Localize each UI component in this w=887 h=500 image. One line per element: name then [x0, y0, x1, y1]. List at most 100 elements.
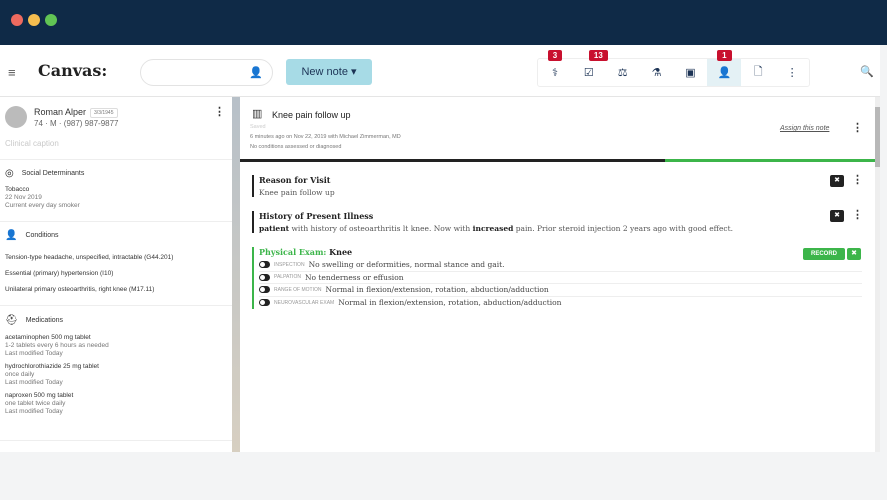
condition-item[interactable]: Unilateral primary osteoarthritis, right…	[5, 286, 227, 294]
med-sig: one tablet twice daily	[5, 400, 66, 407]
condition-item[interactable]: Tension-type headache, unspecified, intr…	[5, 254, 227, 262]
more-button[interactable]: ⋮	[775, 59, 809, 86]
logo[interactable]: Canvas:	[38, 61, 107, 80]
scale-button[interactable]: ⚖	[606, 59, 640, 86]
remove-exam-button[interactable]: ✖	[847, 248, 861, 260]
section-title: Social Determinants	[21, 169, 85, 177]
flask-icon: ⚗	[651, 67, 662, 79]
patient-search-input[interactable]: 👤	[140, 59, 273, 86]
assign-note-link[interactable]: Assign this note	[780, 125, 829, 132]
target-icon: ◎	[5, 167, 14, 179]
med-name: naproxen 500 mg tablet	[5, 392, 74, 399]
med-modified: Last modified Today	[5, 408, 63, 415]
toggle[interactable]	[259, 273, 270, 281]
hpi-bold: patient	[259, 224, 290, 233]
social-date: 22 Nov 2019	[5, 194, 42, 201]
exam-row: NEUROVASCULAR EXAM Normal in flexion/exte…	[259, 297, 862, 310]
med-modified: Last modified Today	[5, 379, 63, 386]
checkbox-icon: ☑	[583, 67, 594, 79]
toggle[interactable]	[259, 299, 270, 307]
condition-item[interactable]: Essential (primary) hypertension (I10)	[5, 270, 227, 278]
exam-part: Knee	[329, 247, 353, 257]
hpi-text: with history of osteoarthritis lt knee. …	[289, 224, 473, 233]
block-menu-icon[interactable]: ⋮	[852, 208, 863, 221]
block-title: Reason for Visit	[259, 175, 331, 185]
minimize-window-button[interactable]	[28, 14, 40, 26]
row-text[interactable]: No swelling or deformities, normal stanc…	[309, 260, 505, 269]
row-text[interactable]: Normal in flexion/extension, rotation, a…	[338, 298, 561, 307]
patient-menu-icon[interactable]: ⋮	[214, 105, 225, 118]
tasks-button[interactable]: 13 ☑	[572, 50, 608, 86]
remove-button[interactable]: ✖	[830, 210, 844, 222]
block-title: History of Present Illness	[259, 211, 374, 221]
note-menu-icon[interactable]: ⋮	[852, 121, 863, 134]
kebab-icon: ⋮	[786, 67, 798, 79]
note-panel: ▥ Knee pain follow up Saved 6 minutes ag…	[240, 97, 875, 452]
scrollbar-thumb[interactable]	[875, 107, 880, 167]
image-icon: ▣	[685, 67, 696, 79]
lab-button[interactable]: ⚗	[640, 59, 674, 86]
close-window-button[interactable]	[11, 14, 23, 26]
note-conditions: No conditions assessed or diagnosed	[250, 144, 342, 150]
person-icon: 👤	[717, 67, 732, 79]
med-name: hydrochlorothiazide 25 mg tablet	[5, 363, 99, 370]
menu-icon[interactable]: ≡	[8, 65, 16, 80]
reason-for-visit-block[interactable]: Reason for Visit Knee pain follow up	[252, 175, 335, 197]
med-name: acetaminophen 500 mg tablet	[5, 334, 91, 341]
exam-row: RANGE OF MOTION Normal in flexion/extensi…	[259, 284, 862, 297]
medication-item[interactable]: naproxen 500 mg tablet one tablet twice d…	[5, 392, 227, 416]
note-status: Saved	[250, 124, 266, 130]
toolbar: 3 ⚕ 13 ☑ ⚖ ⚗ ▣ 1 👤 🗋 ⋮	[537, 50, 810, 87]
record-button[interactable]: RECORD	[803, 248, 845, 260]
referral-button[interactable]: 1 👤	[707, 50, 742, 86]
note-progress-bar	[665, 159, 875, 162]
building-icon: ▥	[252, 108, 263, 120]
section-title: Conditions	[25, 231, 59, 239]
medkit-icon: ⛑	[5, 314, 18, 326]
caduceus-button[interactable]: 3 ⚕	[538, 50, 572, 86]
patient-info: 74 · M · (987) 987-9877	[34, 119, 119, 128]
toggle[interactable]	[259, 261, 270, 269]
remove-button[interactable]: ✖	[830, 175, 844, 187]
badge: 3	[547, 50, 563, 61]
clinical-caption[interactable]: Clinical caption	[5, 139, 59, 148]
hpi-text: pain. Prior steroid injection 2 years ag…	[513, 224, 733, 233]
note-title[interactable]: Knee pain follow up	[272, 110, 351, 120]
block-body: Knee pain follow up	[259, 188, 335, 197]
social-determinants-section: ◎ Social Determinants Tobacco 22 Nov 2019…	[0, 159, 232, 210]
row-label: NEUROVASCULAR EXAM	[274, 299, 335, 306]
row-text[interactable]: No tenderness or effusion	[305, 273, 404, 282]
maximize-window-button[interactable]	[45, 14, 57, 26]
row-label: PALPATION	[274, 274, 301, 281]
patient-sidebar: Roman Alper 3/3/1945 74 · M · (987) 987-9…	[0, 97, 232, 452]
conditions-section: 👤 Conditions Tension-type headache, unspe…	[0, 221, 232, 294]
toggle[interactable]	[259, 286, 270, 294]
scale-icon: ⚖	[617, 67, 628, 79]
exam-row: INSPECTION No swelling or deformities, no…	[259, 259, 862, 272]
search-icon[interactable]: 🔍	[860, 65, 874, 78]
hpi-bold: increased	[472, 224, 514, 233]
new-note-button[interactable]: New note ▾	[286, 59, 372, 85]
document-button[interactable]: 🗋	[741, 59, 775, 86]
image-button[interactable]: ▣	[674, 59, 708, 86]
scrollbar[interactable]	[875, 97, 880, 452]
panel-divider[interactable]	[232, 97, 240, 452]
medication-item[interactable]: hydrochlorothiazide 25 mg tablet once dai…	[5, 363, 227, 387]
exam-label: Physical Exam:	[259, 247, 327, 257]
avatar	[5, 106, 27, 128]
caduceus-icon: ⚕	[551, 67, 558, 79]
dob-badge: 3/3/1945	[90, 107, 118, 118]
person-icon: 👤	[5, 229, 18, 241]
document-icon: 🗋	[753, 66, 763, 78]
note-header: ▥ Knee pain follow up Saved 6 minutes ag…	[240, 97, 875, 162]
app-header: ≡ Canvas: 👤 New note ▾ 3 ⚕ 13 ☑ ⚖ ⚗ ▣ 1 👤 🗋…	[0, 45, 880, 97]
hpi-block[interactable]: History of Present Illness patient with …	[252, 211, 733, 233]
medication-item[interactable]: acetaminophen 500 mg tablet 1-2 tablets e…	[5, 334, 227, 358]
block-menu-icon[interactable]: ⋮	[852, 173, 863, 186]
med-modified: Last modified Today	[5, 350, 63, 357]
badge: 1	[717, 50, 732, 61]
row-text[interactable]: Normal in flexion/extension, rotation, a…	[326, 285, 549, 294]
patient-name[interactable]: Roman Alper	[34, 107, 86, 117]
physical-exam-block[interactable]: Physical Exam: Knee INSPECTION No swellin…	[252, 247, 862, 309]
section-divider	[0, 440, 232, 452]
